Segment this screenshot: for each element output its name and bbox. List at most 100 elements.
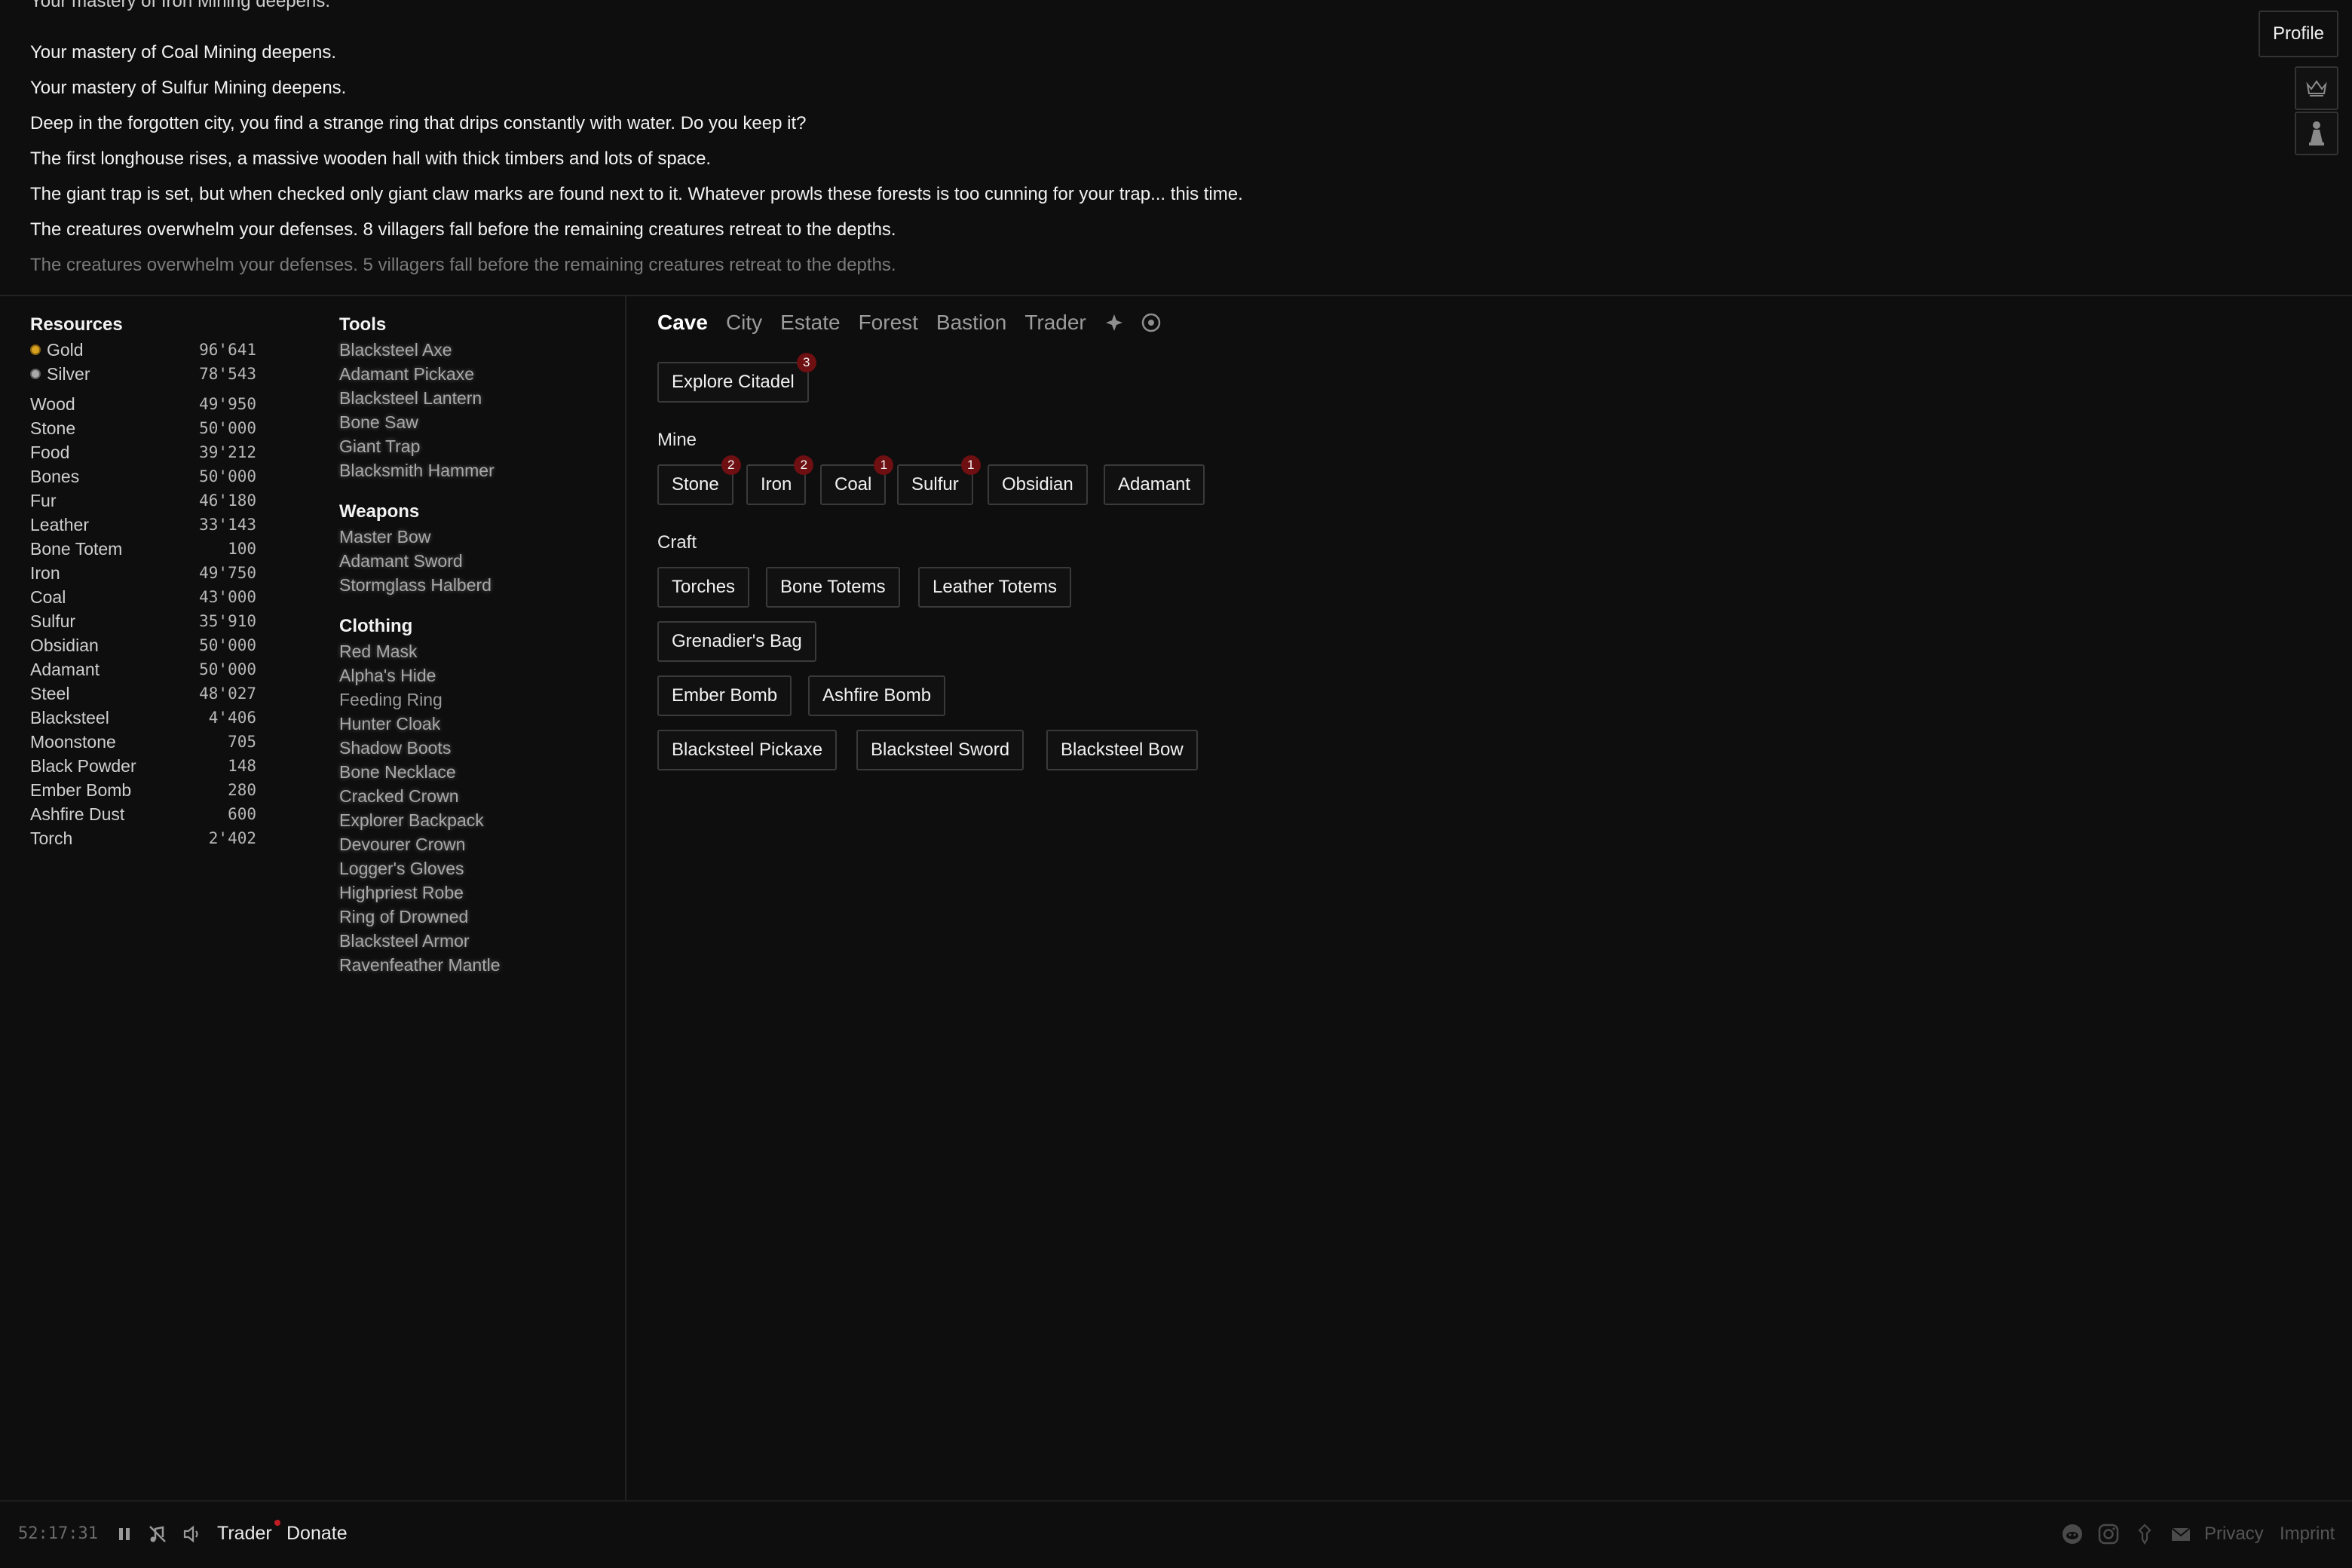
resource-row-wood: Wood 49'950 [30,394,256,414]
profile-button[interactable]: Profile [2258,11,2338,57]
trader-link[interactable]: Trader [217,1523,272,1545]
equipment-item-giant-trap: Giant Trap [339,436,421,456]
mine-coal-button[interactable]: Coal 1 [820,455,894,505]
play-timer: 52:17:31 [18,1524,98,1543]
resource-row-steel: Steel 48'027 [30,683,256,703]
craft-ember-bomb-button[interactable]: Ember Bomb [657,675,792,716]
equipment-item-blacksteel-lantern: Blacksteel Lantern [339,388,482,408]
log-line-partial: Your mastery of Iron Mining deepens. [30,0,331,11]
tab-estate[interactable]: Estate [780,311,840,335]
equipment-panel: Tools Blacksteel Axe Adamant Pickaxe Black… [339,312,611,977]
target-icon[interactable] [1141,312,1162,333]
compass-icon[interactable] [1104,313,1124,332]
craft-title: Craft [657,532,697,553]
privacy-link[interactable]: Privacy [2204,1524,2264,1545]
resources-panel: Resources Gold 96'641 Silver 78'543 Wood… [30,312,256,850]
notification-badge: 3 [796,353,816,372]
equipment-item-devourer-crown: Devourer Crown [339,835,466,854]
resource-row-leather: Leather 33'143 [30,514,256,534]
resource-row-sulfur: Sulfur 35'910 [30,611,256,631]
panel-divider [625,296,626,1500]
mine-obsidian-button[interactable]: Obsidian [988,464,1088,505]
mine-sulfur-button[interactable]: Sulfur 1 [897,455,981,505]
equipment-item-bone-necklace: Bone Necklace [339,762,456,782]
mine-adamant-button[interactable]: Adamant [1104,464,1205,505]
mail-icon[interactable] [2170,1523,2192,1545]
resource-row-bones: Bones 50'000 [30,466,256,486]
resource-row-moonstone: Moonstone 705 [30,731,256,752]
donate-link[interactable]: Donate [286,1523,348,1545]
main-tabs: Cave City Estate Forest Bastion Trader [657,308,1178,338]
equipment-item-highpriest-robe: Highpriest Robe [339,883,464,902]
log-line: Your mastery of Coal Mining deepens. [30,42,337,63]
footer: 52:17:31 Trader Donate Privacy Imprint [0,1502,2352,1568]
craft-grenadiers-bag-button[interactable]: Grenadier's Bag [657,621,816,662]
imprint-link[interactable]: Imprint [2280,1524,2335,1545]
tab-cave[interactable]: Cave [657,311,708,335]
equipment-item-stormglass-halberd: Stormglass Halberd [339,575,492,595]
resource-row-blacksteel: Blacksteel 4'406 [30,707,256,727]
notification-badge: 2 [794,455,814,475]
resource-row-ashfire-dust: Ashfire Dust 600 [30,804,256,824]
craft-leather-totems-button[interactable]: Leather Totems [918,567,1071,608]
tools-title: Tools [339,314,387,335]
clothing-title: Clothing [339,616,413,636]
equipment-item-alpha-s-hide: Alpha's Hide [339,666,436,685]
craft-ashfire-bomb-button[interactable]: Ashfire Bomb [808,675,946,716]
equipment-item-blacksteel-axe: Blacksteel Axe [339,340,452,360]
resource-row-silver: Silver 78'543 [30,362,256,386]
mine-title: Mine [657,430,697,450]
equipment-item-adamant-pickaxe: Adamant Pickaxe [339,364,474,384]
resource-row-ember-bomb: Ember Bomb 280 [30,779,256,800]
equipment-item-adamant-sword: Adamant Sword [339,551,463,571]
equipment-item-cracked-crown: Cracked Crown [339,786,459,806]
volume-icon[interactable] [182,1523,204,1545]
tab-bastion[interactable]: Bastion [936,311,1006,335]
mine-iron-button[interactable]: Iron 2 [746,455,814,505]
equipment-item-feeding-ring: Feeding Ring [339,690,443,709]
equipment-item-bone-saw: Bone Saw [339,412,418,432]
instagram-icon[interactable] [2097,1523,2120,1545]
log-line: The giant trap is set, but when checked … [30,184,1243,204]
pin-icon[interactable] [2133,1523,2156,1545]
resource-row-obsidian: Obsidian 50'000 [30,635,256,655]
craft-blacksteel-bow-button[interactable]: Blacksteel Bow [1046,730,1198,770]
equipment-item-master-bow: Master Bow [339,527,431,547]
log-line: Your mastery of Sulfur Mining deepens. [30,78,347,98]
resource-row-black-powder: Black Powder 148 [30,755,256,776]
equipment-item-hunter-cloak: Hunter Cloak [339,714,441,733]
weapons-title: Weapons [339,501,420,522]
resources-title: Resources [30,314,123,335]
silver-coin-icon [30,369,41,379]
equipment-item-red-mask: Red Mask [339,642,418,661]
equipment-item-ring-of-drowned: Ring of Drowned [339,907,469,926]
log-line: Deep in the forgotten city, you find a s… [30,113,807,133]
equipment-item-blacksteel-armor: Blacksteel Armor [339,931,470,951]
mine-stone-button[interactable]: Stone 2 [657,455,741,505]
log-divider [0,295,2352,296]
notification-badge: 1 [874,455,894,475]
pause-icon[interactable] [113,1523,136,1545]
explore-citadel-button[interactable]: Explore Citadel 3 [657,353,816,403]
craft-blacksteel-sword-button[interactable]: Blacksteel Sword [856,730,1024,770]
equipment-item-shadow-boots: Shadow Boots [339,738,452,758]
notification-badge: 2 [721,455,741,475]
pawn-icon[interactable] [2295,112,2338,155]
tab-forest[interactable]: Forest [859,311,918,335]
craft-torches-button[interactable]: Torches [657,567,750,608]
equipment-item-ravenfeather-mantle: Ravenfeather Mantle [339,955,501,975]
reddit-icon[interactable] [2061,1523,2084,1545]
event-log: Your mastery of Iron Mining deepens. You… [0,0,2231,294]
tab-trader[interactable]: Trader [1024,311,1086,335]
craft-bone-totems-button[interactable]: Bone Totems [766,567,900,608]
crown-icon[interactable] [2295,66,2338,110]
tab-city[interactable]: City [726,311,762,335]
resource-row-fur: Fur 46'180 [30,490,256,510]
equipment-item-blacksmith-hammer: Blacksmith Hammer [339,461,495,480]
resource-row-iron: Iron 49'750 [30,562,256,583]
resource-row-gold: Gold 96'641 [30,338,256,362]
notification-badge: 1 [960,455,981,475]
no-music-icon[interactable] [146,1523,169,1545]
resource-row-adamant: Adamant 50'000 [30,659,256,679]
craft-blacksteel-pickaxe-button[interactable]: Blacksteel Pickaxe [657,730,838,770]
